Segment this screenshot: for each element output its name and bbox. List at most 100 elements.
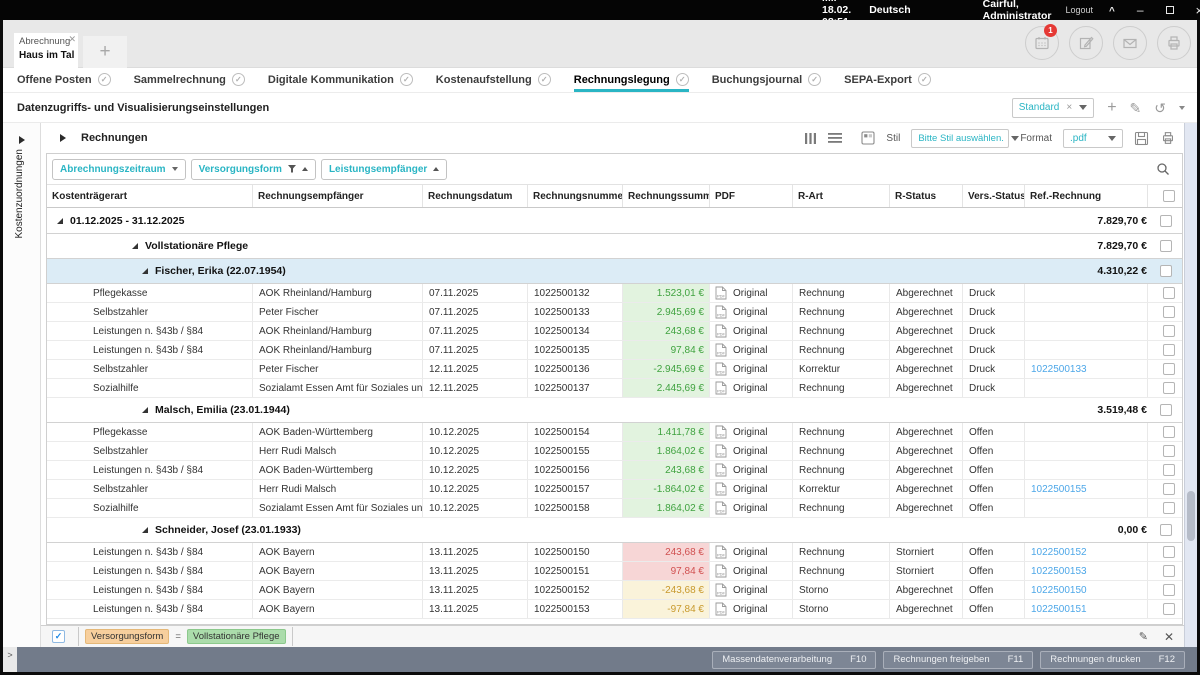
table-row[interactable]: SelbstzahlerHerr Rudi Malsch10.12.202510… (47, 442, 1182, 461)
format-select[interactable]: .pdf (1063, 129, 1123, 148)
ref-rechnung-link[interactable]: 1022500152 (1031, 547, 1087, 558)
pdf-document-icon[interactable]: PDF (715, 305, 727, 319)
group-checkbox[interactable] (1160, 240, 1172, 252)
row-layout-icon[interactable] (828, 132, 842, 144)
pdf-document-icon[interactable]: PDF (715, 602, 727, 616)
column-header-vers-status[interactable]: Vers.-Status (962, 185, 1024, 207)
edit-filter-icon[interactable]: ✎ (1139, 630, 1148, 643)
table-row[interactable]: SozialhilfeSozialamt Essen Amt für Sozia… (47, 379, 1182, 398)
column-header-pdf[interactable]: PDF (709, 185, 792, 207)
language-selector[interactable]: Deutsch (869, 4, 910, 16)
cell-pdf[interactable]: PDFOriginal (709, 284, 792, 302)
row-checkbox[interactable] (1163, 306, 1175, 318)
filter-operator[interactable]: = (175, 631, 181, 642)
cell-pdf[interactable]: PDFOriginal (709, 562, 792, 580)
style-board-icon[interactable] (861, 131, 875, 145)
table-row[interactable]: Leistungen n. §43b / §84AOK Bayern13.11.… (47, 600, 1182, 619)
table-row[interactable]: PflegekasseAOK Baden-Württemberg10.12.20… (47, 423, 1182, 442)
group-row-person[interactable]: Schneider, Josef (23.01.1933)0,00 € (47, 518, 1182, 543)
tab-abrechnung[interactable]: Abrechnung Haus im Tal ✕ (14, 33, 78, 68)
table-row[interactable]: SelbstzahlerHerr Rudi Malsch10.12.202510… (47, 480, 1182, 499)
rechnungen-freigeben-button[interactable]: Rechnungen freigebenF11 (883, 651, 1033, 669)
group-checkbox[interactable] (1160, 265, 1172, 277)
cell-pdf[interactable]: PDFOriginal (709, 322, 792, 340)
menu-item-sepa-export[interactable]: SEPA-Export✓ (844, 68, 931, 92)
stil-select[interactable]: Bitte Stil auswählen. (911, 129, 1009, 148)
row-checkbox[interactable] (1163, 546, 1175, 558)
save-icon[interactable] (1134, 131, 1149, 146)
cell-pdf[interactable]: PDFOriginal (709, 303, 792, 321)
column-header-rechnungsdatum[interactable]: Rechnungsdatum (422, 185, 527, 207)
pdf-document-icon[interactable]: PDF (715, 286, 727, 300)
ref-rechnung-link[interactable]: 1022500150 (1031, 585, 1087, 596)
pdf-document-icon[interactable]: PDF (715, 482, 727, 496)
pdf-document-icon[interactable]: PDF (715, 343, 727, 357)
calendar-button[interactable]: 1 (1025, 26, 1059, 60)
column-header-kostenträgerart[interactable]: Kostenträgerart (47, 185, 252, 207)
expand-panel-icon[interactable] (19, 136, 25, 144)
pdf-document-icon[interactable]: PDF (715, 444, 727, 458)
edit-preset-icon[interactable]: ✎ (1130, 101, 1142, 115)
add-preset-icon[interactable]: + (1107, 100, 1116, 116)
minimize-icon[interactable]: – (1137, 3, 1144, 17)
menu-item-offene-posten[interactable]: Offene Posten✓ (17, 68, 111, 92)
column-header-rechnungsempfänger[interactable]: Rechnungsempfänger (252, 185, 422, 207)
column-header-r-status[interactable]: R-Status (889, 185, 962, 207)
menu-item-rechnungslegung[interactable]: Rechnungslegung✓ (574, 68, 689, 92)
row-checkbox[interactable] (1163, 445, 1175, 457)
rechnungen-drucken-button[interactable]: Rechnungen druckenF12 (1040, 651, 1185, 669)
column-header-r-art[interactable]: R-Art (792, 185, 889, 207)
column-header-rechnungssumme[interactable]: Rechnungssumme (622, 185, 709, 207)
table-row[interactable]: Leistungen n. §43b / §84AOK Baden-Württe… (47, 461, 1182, 480)
pdf-document-icon[interactable]: PDF (715, 425, 727, 439)
vertical-scrollbar[interactable] (1184, 123, 1197, 647)
select-all-checkbox[interactable] (1163, 190, 1175, 202)
table-row[interactable]: SelbstzahlerPeter Fischer07.11.202510225… (47, 303, 1182, 322)
cell-pdf[interactable]: PDFOriginal (709, 341, 792, 359)
row-checkbox[interactable] (1163, 325, 1175, 337)
collapse-group-icon[interactable] (142, 407, 148, 413)
row-checkbox[interactable] (1163, 363, 1175, 375)
group-chip-versorgungsform[interactable]: Versorgungsform (191, 159, 316, 180)
search-icon[interactable] (1156, 162, 1170, 176)
undo-icon[interactable]: ↺ (1154, 101, 1166, 115)
table-row[interactable]: SelbstzahlerPeter Fischer12.11.202510225… (47, 360, 1182, 379)
pdf-document-icon[interactable]: PDF (715, 381, 727, 395)
preset-select[interactable]: Standard × (1012, 98, 1094, 118)
compose-button[interactable] (1069, 26, 1103, 60)
ref-rechnung-link[interactable]: 1022500151 (1031, 604, 1087, 615)
row-checkbox[interactable] (1163, 565, 1175, 577)
column-chooser-icon[interactable] (804, 132, 817, 145)
row-checkbox[interactable] (1163, 483, 1175, 495)
group-row-person[interactable]: Fischer, Erika (22.07.1954)4.310,22 € (47, 259, 1182, 284)
table-row[interactable]: SozialhilfeSozialamt Essen Amt für Sozia… (47, 499, 1182, 518)
table-row[interactable]: PflegekasseAOK Rheinland/Hamburg07.11.20… (47, 284, 1182, 303)
table-row[interactable]: Leistungen n. §43b / §84AOK Bayern13.11.… (47, 562, 1182, 581)
filter-value-chip[interactable]: Vollstationäre Pflege (187, 629, 286, 644)
row-checkbox[interactable] (1163, 603, 1175, 615)
filter-field-chip[interactable]: Versorgungsform (85, 629, 169, 644)
pdf-document-icon[interactable]: PDF (715, 583, 727, 597)
group-row-care-form[interactable]: Vollstationäre Pflege7.829,70 € (47, 234, 1182, 259)
maximize-icon[interactable] (1166, 6, 1174, 14)
pdf-document-icon[interactable]: PDF (715, 545, 727, 559)
filter-enabled-checkbox[interactable]: ✓ (52, 630, 65, 643)
mail-button[interactable] (1113, 26, 1147, 60)
menu-item-kostenaufstellung[interactable]: Kostenaufstellung✓ (436, 68, 551, 92)
pdf-document-icon[interactable]: PDF (715, 324, 727, 338)
row-checkbox[interactable] (1163, 584, 1175, 596)
row-checkbox[interactable] (1163, 464, 1175, 476)
table-row[interactable]: Leistungen n. §43b / §84AOK Bayern13.11.… (47, 581, 1182, 600)
table-row[interactable]: Leistungen n. §43b / §84AOK Rheinland/Ha… (47, 341, 1182, 360)
ref-rechnung-link[interactable]: 1022500133 (1031, 364, 1087, 375)
expand-section-icon[interactable] (60, 134, 66, 142)
cell-pdf[interactable]: PDFOriginal (709, 442, 792, 460)
cell-pdf[interactable]: PDFOriginal (709, 423, 792, 441)
menu-item-sammelrechnung[interactable]: Sammelrechnung✓ (134, 68, 245, 92)
row-checkbox[interactable] (1163, 502, 1175, 514)
cell-pdf[interactable]: PDFOriginal (709, 379, 792, 397)
menu-item-buchungsjournal[interactable]: Buchungsjournal✓ (712, 68, 821, 92)
row-checkbox[interactable] (1163, 426, 1175, 438)
group-chip-abrechnungszeitraum[interactable]: Abrechnungszeitraum (52, 159, 186, 180)
row-checkbox[interactable] (1163, 287, 1175, 299)
